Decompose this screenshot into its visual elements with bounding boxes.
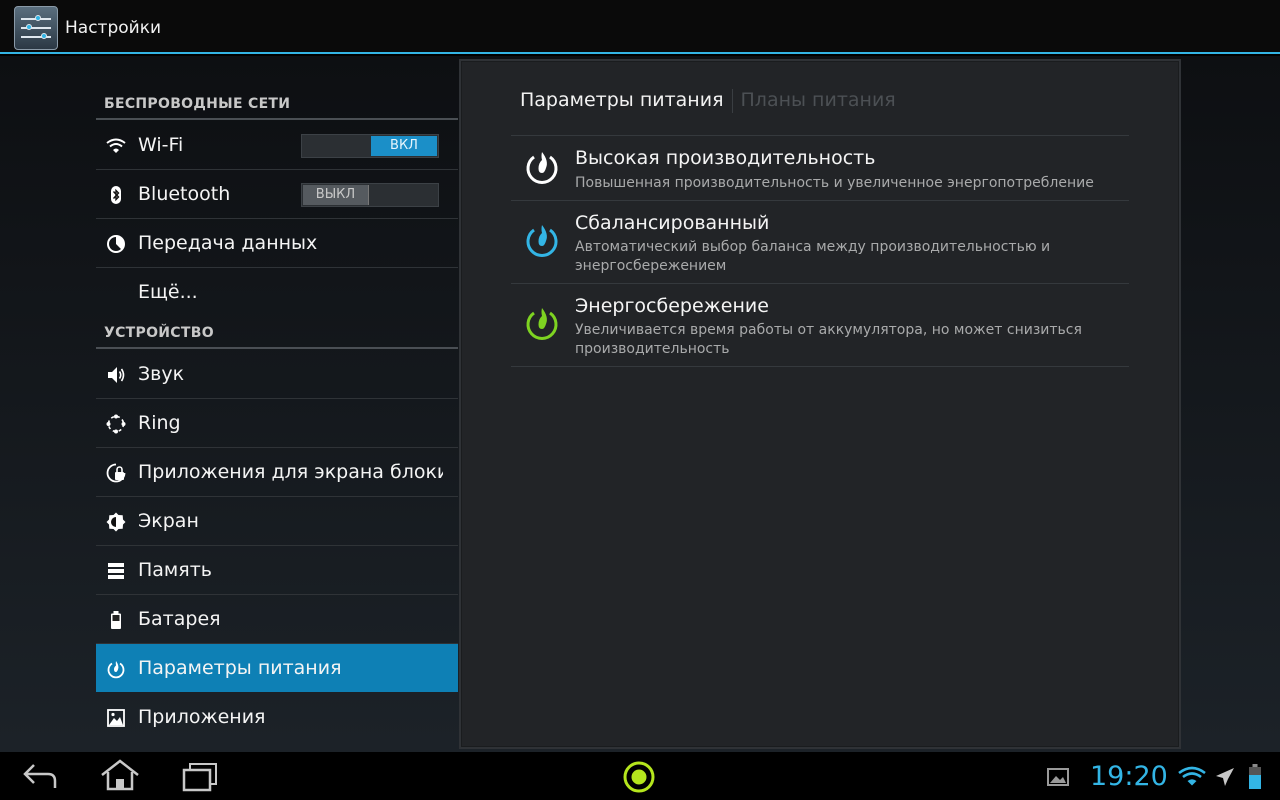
plan-subtitle: Повышенная производительность и увеличен… bbox=[575, 175, 1094, 191]
battery-icon bbox=[111, 611, 121, 629]
action-bar: Настройки bbox=[0, 0, 1280, 54]
lock-screen-icon bbox=[106, 463, 126, 483]
high-performance-icon bbox=[526, 152, 558, 184]
storage-icon bbox=[108, 563, 124, 579]
screenshot-notification-icon[interactable] bbox=[1046, 767, 1070, 787]
tab-power-settings[interactable]: Параметры питания bbox=[520, 89, 724, 111]
wifi-toggle[interactable]: ВКЛ bbox=[301, 134, 439, 158]
sidebar-item-power-settings[interactable]: Параметры питания bbox=[96, 644, 458, 692]
plan-power-saving[interactable]: Энергосбережение Увеличивается время раб… bbox=[511, 284, 1129, 366]
system-bar: 19:20 bbox=[0, 752, 1280, 800]
power-settings-pane: Параметры питания Планы питания Высокая п… bbox=[459, 59, 1181, 749]
toggle-off-label: ВЫКЛ bbox=[303, 185, 369, 205]
sidebar-item-bluetooth[interactable]: Bluetooth ВЫКЛ bbox=[96, 170, 458, 219]
sidebar-item-sound[interactable]: Звук bbox=[96, 350, 458, 399]
toggle-on-label: ВКЛ bbox=[371, 136, 437, 156]
sidebar-item-label: Память bbox=[138, 559, 212, 581]
sidebar-item-label: Батарея bbox=[138, 608, 221, 630]
sidebar-item-lock-screen-apps[interactable]: Приложения для экрана блокировки bbox=[96, 448, 458, 497]
pane-tabs: Параметры питания Планы питания bbox=[520, 89, 896, 117]
sidebar-item-label: Ring bbox=[138, 412, 181, 434]
sidebar-item-battery[interactable]: Батарея bbox=[96, 595, 458, 644]
data-usage-icon bbox=[107, 235, 125, 253]
sidebar-item-ring[interactable]: Ring bbox=[96, 399, 458, 448]
speaker-icon bbox=[108, 367, 125, 383]
bluetooth-toggle[interactable]: ВЫКЛ bbox=[301, 183, 439, 207]
ring-icon bbox=[106, 414, 126, 434]
app-title: Настройки bbox=[65, 18, 162, 38]
wifi-signal-icon bbox=[1178, 766, 1206, 786]
plan-title: Энергосбережение bbox=[575, 295, 769, 317]
power-saving-icon bbox=[526, 308, 558, 340]
section-header-wireless: БЕСПРОВОДНЫЕ СЕТИ bbox=[104, 96, 291, 112]
settings-app-icon[interactable] bbox=[14, 6, 58, 50]
power-plan-list: Высокая производительность Повышенная пр… bbox=[511, 135, 1129, 367]
apps-icon bbox=[107, 709, 125, 727]
sidebar-item-display[interactable]: Экран bbox=[96, 497, 458, 546]
sidebar-item-label: Передача данных bbox=[138, 232, 318, 254]
display-icon bbox=[106, 512, 126, 532]
clock[interactable]: 19:20 bbox=[1090, 761, 1168, 792]
recent-apps-icon[interactable] bbox=[182, 762, 218, 792]
plan-high-performance[interactable]: Высокая производительность Повышенная пр… bbox=[511, 136, 1129, 200]
sidebar-item-label: Параметры питания bbox=[138, 657, 342, 679]
section-header-device: УСТРОЙСТВО bbox=[104, 325, 214, 341]
sidebar-item-data-usage[interactable]: Передача данных bbox=[96, 219, 458, 268]
launcher-icon[interactable] bbox=[622, 760, 656, 794]
tab-power-plans[interactable]: Планы питания bbox=[741, 89, 896, 111]
sidebar-item-label: Приложения для экрана блокировки bbox=[138, 461, 443, 483]
plan-subtitle: Увеличивается время работы от аккумулято… bbox=[575, 322, 1082, 357]
plan-balanced[interactable]: Сбалансированный Автоматический выбор ба… bbox=[511, 201, 1129, 283]
back-icon[interactable] bbox=[22, 762, 58, 790]
sidebar-item-label: Приложения bbox=[138, 706, 266, 728]
sidebar-item-wifi[interactable]: Wi-Fi ВКЛ bbox=[96, 121, 458, 170]
sidebar-item-storage[interactable]: Память bbox=[96, 546, 458, 595]
sidebar-item-label: Экран bbox=[138, 510, 199, 532]
plan-title: Высокая производительность bbox=[575, 147, 876, 169]
home-icon[interactable] bbox=[100, 758, 140, 792]
sidebar-item-label: Звук bbox=[138, 363, 185, 385]
bluetooth-icon bbox=[111, 186, 121, 204]
battery-status-icon bbox=[1249, 764, 1261, 789]
balanced-icon bbox=[526, 225, 558, 257]
sidebar-item-apps[interactable]: Приложения bbox=[96, 693, 458, 741]
wifi-icon bbox=[106, 138, 126, 153]
sidebar-item-more[interactable]: Ещё... bbox=[96, 268, 458, 316]
power-icon bbox=[107, 661, 125, 679]
plan-subtitle: Автоматический выбор баланса между произ… bbox=[575, 239, 1051, 274]
airplane-mode-icon bbox=[1216, 768, 1234, 786]
sidebar-item-label: Ещё... bbox=[138, 281, 198, 303]
plan-title: Сбалансированный bbox=[575, 212, 770, 234]
